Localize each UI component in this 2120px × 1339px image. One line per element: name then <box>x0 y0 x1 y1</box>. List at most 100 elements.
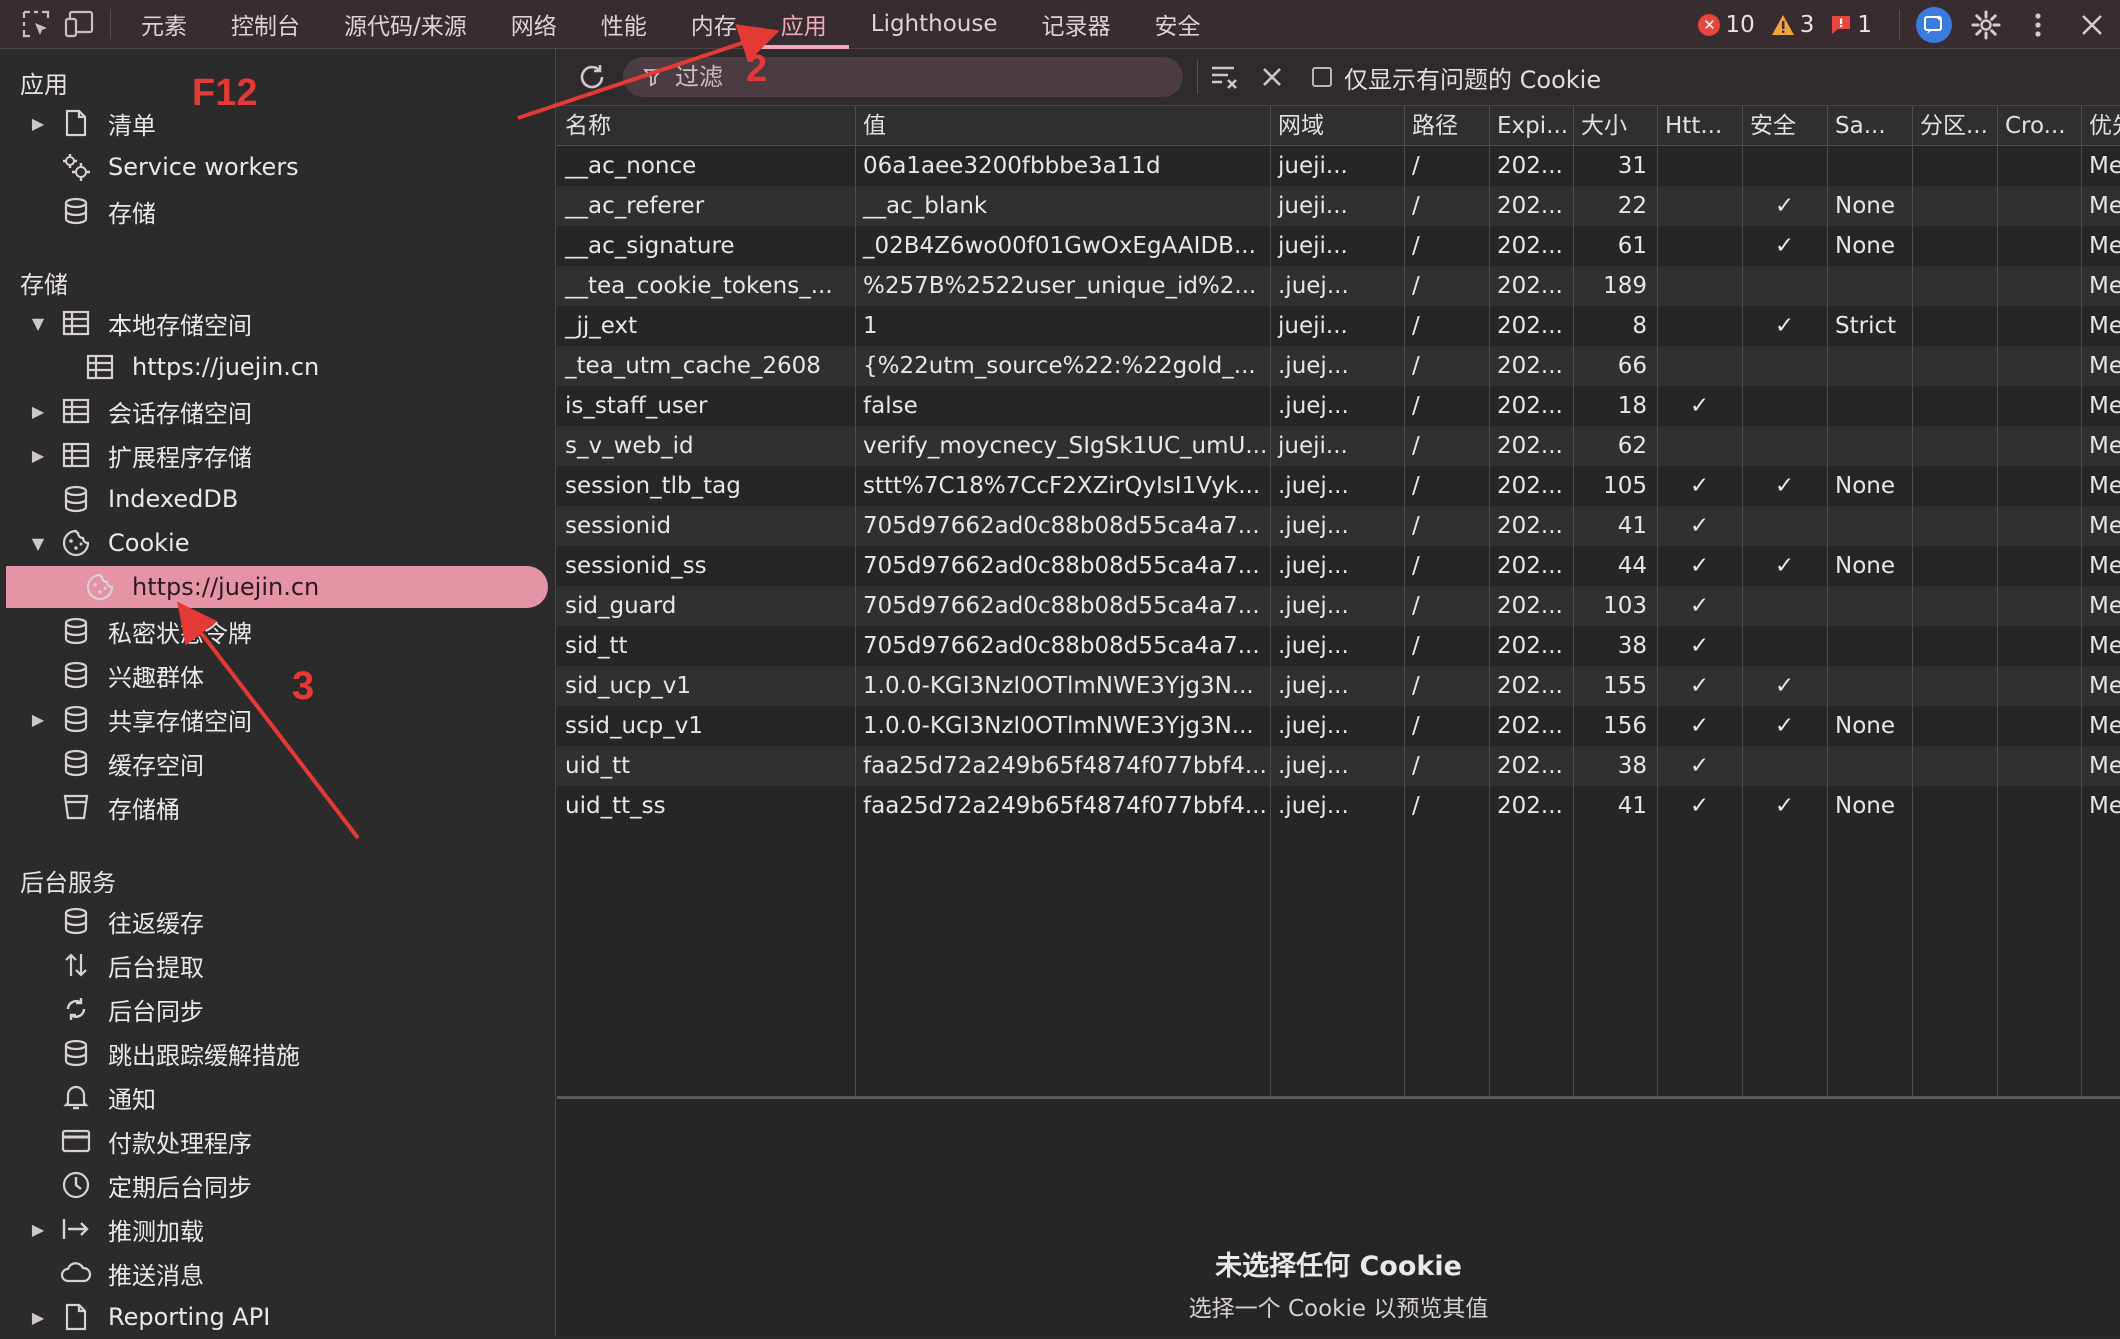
chevron-right-icon[interactable]: ▶ <box>28 710 48 729</box>
sidebar-item-app-0[interactable]: ▶ 清单 <box>0 101 556 145</box>
table-row[interactable]: _tea_utm_cache_2608 {%22utm_source%22:%22… <box>557 346 2120 386</box>
table-row[interactable]: sid_tt 705d97662ad0c88b08d55ca4a7... .juej… <box>557 626 2120 666</box>
close-devtools-icon[interactable] <box>2064 0 2120 49</box>
sidebar-item-app-2[interactable]: 存储 <box>0 189 556 233</box>
column-header-3[interactable]: 路径 <box>1404 106 1489 146</box>
table-row[interactable]: sessionid_ss 705d97662ad0c88b08d55ca4a7..… <box>557 546 2120 586</box>
column-header-1[interactable]: 值 <box>855 106 1270 146</box>
chevron-right-icon[interactable]: ▶ <box>28 402 48 421</box>
device-toolbar-icon[interactable] <box>58 0 102 49</box>
sidebar-item-background-3[interactable]: 跳出跟踪缓解措施 <box>0 1031 556 1075</box>
table-row[interactable]: __ac_referer __ac_blank jueji... / 202... 22 ✓… <box>557 186 2120 226</box>
settings-gear-icon[interactable] <box>1960 0 2012 49</box>
table-row[interactable]: s_v_web_id verify_moycnecy_SIgSk1UC_umU..… <box>557 426 2120 466</box>
table-row[interactable]: session_tlb_tag sttt%7C18%7CcF2XZirQyIsI1… <box>557 466 2120 506</box>
issues-counter[interactable]: 1 <box>1830 12 1872 38</box>
tab-1[interactable]: 控制台 <box>209 0 322 49</box>
sidebar-item-storage-1[interactable]: https://juejin.cn <box>0 345 556 389</box>
table-cell-0: __ac_signature <box>565 233 735 259</box>
sidebar-item-background-9[interactable]: ▶ Reporting API <box>0 1295 556 1339</box>
tab-6[interactable]: 应用 <box>758 0 849 49</box>
table-cell-11: Med... <box>2089 153 2120 179</box>
tab-8[interactable]: 记录器 <box>1020 0 1133 49</box>
sidebar-item-storage-6[interactable]: https://juejin.cn <box>0 565 556 609</box>
sidebar-item-background-5[interactable]: 付款处理程序 <box>0 1119 556 1163</box>
inspect-element-icon[interactable] <box>14 0 58 49</box>
chevron-right-icon[interactable]: ▶ <box>28 1308 48 1327</box>
issues-only-checkbox[interactable] <box>1312 67 1332 87</box>
sidebar-item-storage-10[interactable]: 缓存空间 <box>0 741 556 785</box>
column-header-7[interactable]: 安全 <box>1742 106 1827 146</box>
table-row[interactable]: is_staff_user false .juej... / 202... 18 ✓ Med.… <box>557 386 2120 426</box>
sidebar-item-background-1[interactable]: 后台提取 <box>0 943 556 987</box>
sidebar-item-background-6[interactable]: 定期后台同步 <box>0 1163 556 1207</box>
column-header-9[interactable]: 分区... <box>1912 106 1997 146</box>
table-cell-10 <box>1997 386 2081 426</box>
sidebar-item-storage-0[interactable]: ▼ 本地存储空间 <box>0 301 556 345</box>
table-row[interactable]: sid_guard 705d97662ad0c88b08d55ca4a7... .j… <box>557 586 2120 626</box>
chevron-right-icon[interactable]: ▶ <box>28 114 48 133</box>
sidebar-item-storage-2[interactable]: ▶ 会话存储空间 <box>0 389 556 433</box>
table-row[interactable]: __tea_cookie_tokens_... %257B%2522user_un… <box>557 266 2120 306</box>
tab-3[interactable]: 网络 <box>489 0 579 49</box>
sidebar-item-storage-5[interactable]: ▼ Cookie <box>0 521 556 565</box>
table-row[interactable]: _jj_ext 1 jueji... / 202... 8 ✓ Strict Med... <box>557 306 2120 346</box>
table-row[interactable]: uid_tt_ss faa25d72a249b65f4874f077bbf4...… <box>557 786 2120 826</box>
sidebar-item-background-7[interactable]: ▶ 推测加载 <box>0 1207 556 1251</box>
column-header-11[interactable]: 优先... <box>2081 106 2120 146</box>
table-cell-2: jueji... <box>1278 193 1348 219</box>
tab-5[interactable]: 内存 <box>669 0 759 49</box>
tab-7[interactable]: Lighthouse <box>849 0 1020 49</box>
table-cell-0: sid_tt <box>565 633 628 659</box>
sidebar-item-storage-11[interactable]: 存储桶 <box>0 785 556 829</box>
table-row[interactable]: sid_ucp_v1 1.0.0-KGI3NzI0OTlmNWE3Yjg3N...… <box>557 666 2120 706</box>
column-header-0[interactable]: 名称 <box>557 106 855 146</box>
table-cell-6: ✓ <box>1689 473 1710 499</box>
filter-input[interactable] <box>673 62 1137 92</box>
column-header-10[interactable]: Cro... <box>1997 106 2081 146</box>
column-header-5[interactable]: 大小 <box>1573 106 1657 146</box>
table-row[interactable]: ssid_ucp_v1 1.0.0-KGI3NzI0OTlmNWE3Yjg3N..… <box>557 706 2120 746</box>
warning-counter[interactable]: 3 <box>1771 12 1814 38</box>
ai-assistance-button[interactable] <box>1908 0 1960 49</box>
table-cell-5: 44 <box>1617 553 1647 579</box>
table-row[interactable]: uid_tt faa25d72a249b65f4874f077bbf4... .ju… <box>557 746 2120 786</box>
column-header-8[interactable]: Sa... <box>1827 106 1912 146</box>
chevron-right-icon[interactable]: ▶ <box>28 446 48 465</box>
sidebar-item-storage-3[interactable]: ▶ 扩展程序存储 <box>0 433 556 477</box>
table-row[interactable]: sessionid 705d97662ad0c88b08d55ca4a7... .j… <box>557 506 2120 546</box>
error-counter[interactable]: ✕ 10 <box>1698 11 1755 38</box>
sidebar-item-background-2[interactable]: 后台同步 <box>0 987 556 1031</box>
column-header-4[interactable]: Expi... <box>1489 106 1573 146</box>
updown-arrows-icon <box>60 949 92 981</box>
sidebar-item-storage-4[interactable]: IndexedDB <box>0 477 556 521</box>
chevron-right-icon[interactable]: ▶ <box>28 1220 48 1239</box>
tab-2[interactable]: 源代码/来源 <box>322 0 489 49</box>
sidebar-item-storage-7[interactable]: 私密状态令牌 <box>0 609 556 653</box>
sidebar-item-background-4[interactable]: 通知 <box>0 1075 556 1119</box>
error-count: 10 <box>1725 11 1755 38</box>
column-header-6[interactable]: Htt... <box>1657 106 1742 146</box>
clear-filtered-icon[interactable] <box>1198 49 1252 105</box>
sidebar-item-background-8[interactable]: 推送消息 <box>0 1251 556 1295</box>
table-cell-11: Med... <box>2089 553 2120 579</box>
table-row[interactable]: __ac_signature _02B4Z6wo00f01GwOxEgAAIDB.… <box>557 226 2120 266</box>
sidebar-item-storage-8[interactable]: 兴趣群体 <box>0 653 556 697</box>
chevron-down-icon[interactable]: ▼ <box>28 534 48 553</box>
filter-box[interactable] <box>623 57 1183 97</box>
issue-counters[interactable]: ✕ 10 3 1 <box>1698 0 1872 49</box>
more-options-icon[interactable] <box>2012 0 2064 49</box>
table-cell-7 <box>1742 746 1827 786</box>
chevron-down-icon[interactable]: ▼ <box>28 314 48 333</box>
column-header-2[interactable]: 网域 <box>1270 106 1404 146</box>
sidebar-item-app-1[interactable]: Service workers <box>0 145 556 189</box>
refresh-icon[interactable] <box>565 49 619 105</box>
table-row[interactable]: __ac_nonce 06a1aee3200fbbbe3a11d jueji... /… <box>557 146 2120 186</box>
table-cell-3: / <box>1412 593 1420 619</box>
tab-4[interactable]: 性能 <box>579 0 669 49</box>
tab-9[interactable]: 安全 <box>1133 0 1223 49</box>
delete-all-icon[interactable] <box>1252 49 1292 105</box>
sidebar-item-storage-9[interactable]: ▶ 共享存储空间 <box>0 697 556 741</box>
tab-0[interactable]: 元素 <box>119 0 209 49</box>
sidebar-item-background-0[interactable]: 往返缓存 <box>0 899 556 943</box>
